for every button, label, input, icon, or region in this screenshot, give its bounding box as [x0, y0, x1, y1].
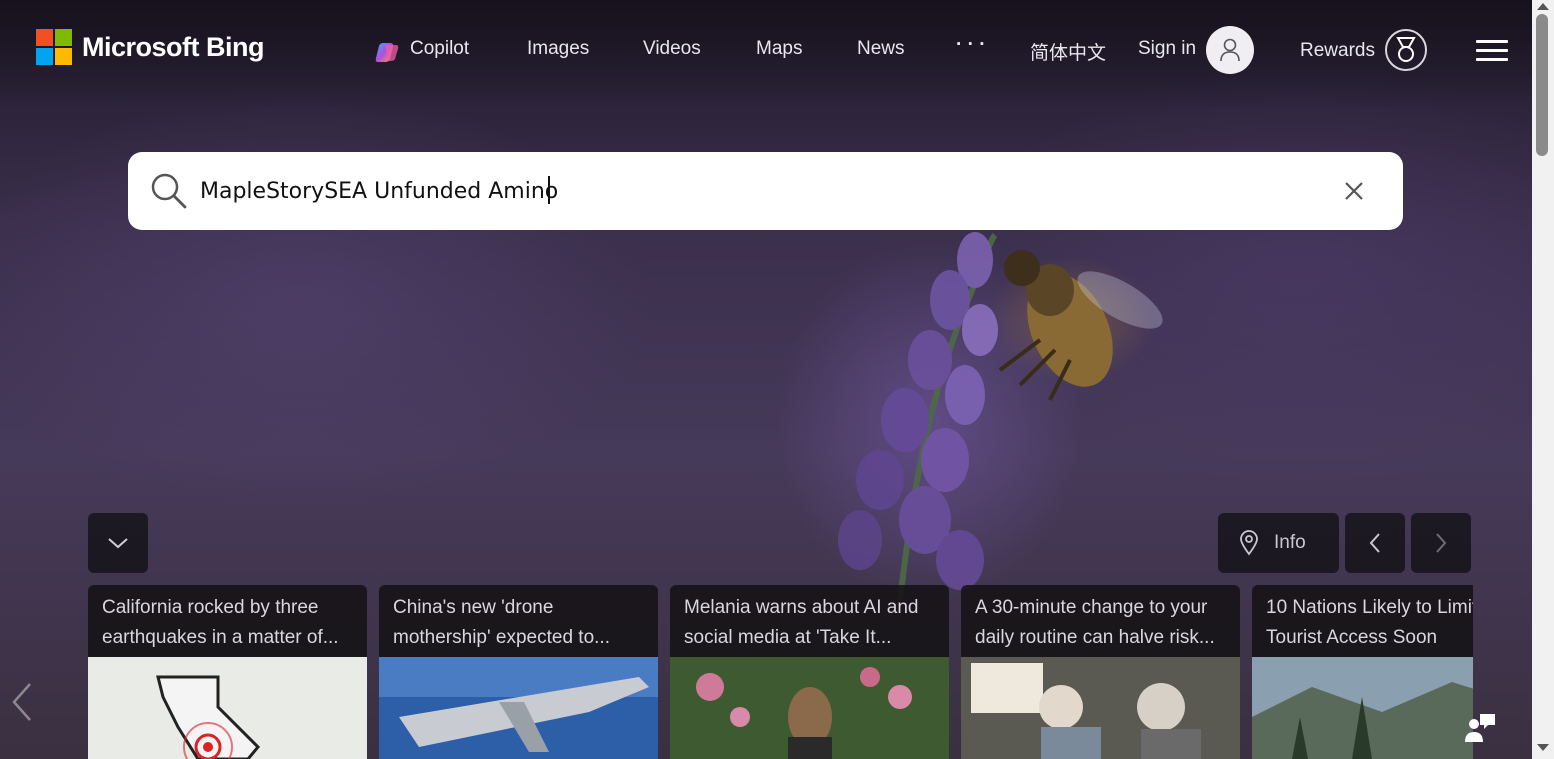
- news-card[interactable]: 10 Nations Likely to Limit Tourist Acces…: [1252, 585, 1473, 759]
- info-button[interactable]: Info: [1218, 513, 1339, 573]
- scroll-thumb[interactable]: [1536, 14, 1548, 156]
- info-label: Info: [1274, 532, 1306, 553]
- user-icon: [1220, 38, 1240, 62]
- nav-maps[interactable]: Maps: [756, 38, 802, 60]
- search-icon[interactable]: [150, 172, 188, 210]
- copilot-icon[interactable]: [374, 41, 400, 63]
- news-card-title: California rocked by three earthquakes i…: [102, 597, 339, 648]
- close-icon[interactable]: [1342, 179, 1366, 203]
- sign-in-link[interactable]: Sign in: [1138, 38, 1196, 60]
- nav-images[interactable]: Images: [527, 38, 589, 60]
- scroll-up-icon[interactable]: [1537, 3, 1549, 10]
- news-card-title: China's new 'drone mothership' expected …: [393, 597, 610, 648]
- nav-language[interactable]: 简体中文: [1030, 38, 1106, 65]
- carousel-left-arrow-icon[interactable]: [8, 680, 36, 724]
- news-card[interactable]: A 30-minute change to your daily routine…: [961, 585, 1240, 759]
- chevron-down-icon: [108, 538, 128, 549]
- news-card-title: Melania warns about AI and social media …: [684, 597, 919, 648]
- rewards-link[interactable]: Rewards: [1300, 40, 1375, 62]
- logo-text: Microsoft Bing: [82, 31, 265, 62]
- news-card-title: A 30-minute change to your daily routine…: [975, 597, 1215, 648]
- user-avatar-button[interactable]: [1206, 26, 1254, 74]
- nav-more-button[interactable]: · · ·: [956, 34, 986, 56]
- news-card-image: [88, 657, 367, 759]
- news-card[interactable]: Melania warns about AI and social media …: [670, 585, 949, 759]
- collapse-feed-button[interactable]: [88, 513, 148, 573]
- search-input[interactable]: [200, 169, 1320, 213]
- microsoft-logo-icon: [36, 29, 72, 65]
- search-box[interactable]: [128, 152, 1403, 230]
- text-caret: [548, 176, 550, 204]
- medal-icon: [1396, 37, 1416, 62]
- nav-videos[interactable]: Videos: [643, 38, 701, 60]
- location-pin-icon: [1240, 530, 1258, 556]
- nav-copilot[interactable]: Copilot: [410, 38, 469, 60]
- news-card[interactable]: California rocked by three earthquakes i…: [88, 585, 367, 759]
- scroll-down-icon[interactable]: [1537, 744, 1549, 751]
- menu-button[interactable]: [1476, 40, 1508, 62]
- news-card[interactable]: China's new 'drone mothership' expected …: [379, 585, 658, 759]
- nav-news[interactable]: News: [857, 38, 905, 60]
- chevron-right-icon: [1436, 533, 1447, 553]
- news-card-image: [379, 657, 658, 759]
- chevron-left-icon: [1369, 533, 1380, 553]
- next-image-button[interactable]: [1411, 513, 1471, 573]
- page-scrollbar[interactable]: [1532, 0, 1554, 759]
- news-card-image: [1252, 657, 1473, 759]
- bing-logo[interactable]: Microsoft Bing: [36, 29, 265, 65]
- previous-image-button[interactable]: [1345, 513, 1405, 573]
- rewards-medal-button[interactable]: [1385, 29, 1427, 71]
- feedback-icon[interactable]: [1462, 710, 1498, 744]
- news-card-image: [961, 657, 1240, 759]
- news-card-image: [670, 657, 949, 759]
- news-card-title: 10 Nations Likely to Limit Tourist Acces…: [1266, 597, 1473, 648]
- news-carousel: California rocked by three earthquakes i…: [88, 585, 1473, 759]
